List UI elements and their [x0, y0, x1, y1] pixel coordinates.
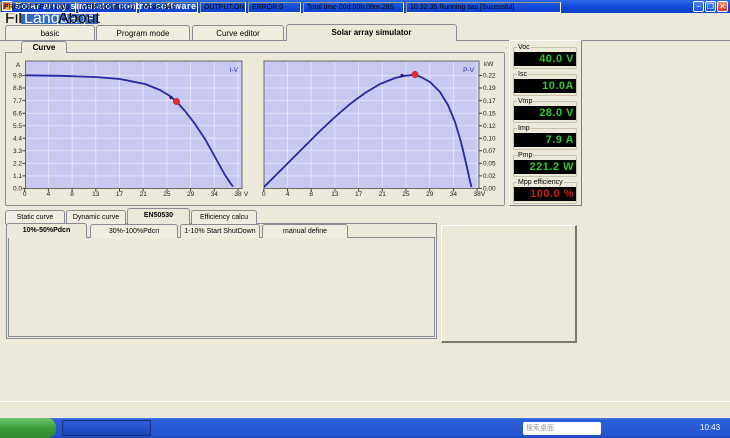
- svg-text:2.2: 2.2: [13, 161, 22, 168]
- svg-text:9.9: 9.9: [13, 73, 22, 80]
- svg-text:0.05: 0.05: [483, 161, 496, 168]
- svg-text:0.17: 0.17: [483, 98, 496, 105]
- svg-text:0: 0: [262, 191, 266, 198]
- svg-text:4: 4: [286, 191, 290, 198]
- svg-text:kW: kW: [484, 61, 494, 68]
- svg-text:25: 25: [163, 191, 171, 198]
- svg-text:38: 38: [234, 191, 242, 198]
- svg-text:0.10: 0.10: [483, 135, 496, 142]
- svg-text:I-V: I-V: [230, 67, 239, 74]
- svg-text:0.00: 0.00: [483, 186, 496, 193]
- svg-text:V: V: [244, 191, 249, 198]
- svg-text:21: 21: [140, 191, 148, 198]
- svg-text:17: 17: [355, 191, 363, 198]
- svg-text:0.0: 0.0: [13, 186, 22, 193]
- svg-text:0.12: 0.12: [483, 123, 496, 130]
- svg-text:0.02: 0.02: [483, 173, 496, 180]
- svg-text:8: 8: [70, 191, 74, 198]
- svg-text:8: 8: [309, 191, 313, 198]
- svg-text:0.07: 0.07: [483, 148, 496, 155]
- svg-text:21: 21: [379, 191, 387, 198]
- svg-text:17: 17: [116, 191, 124, 198]
- svg-text:34: 34: [211, 191, 219, 198]
- svg-text:34: 34: [450, 191, 458, 198]
- svg-text:25: 25: [402, 191, 410, 198]
- svg-text:5.5: 5.5: [13, 123, 22, 130]
- svg-text:P-V: P-V: [463, 67, 475, 74]
- svg-text:3.3: 3.3: [13, 148, 22, 155]
- svg-text:13: 13: [331, 191, 339, 198]
- svg-text:13: 13: [92, 191, 100, 198]
- svg-text:7.7: 7.7: [13, 98, 22, 105]
- svg-text:29: 29: [187, 191, 195, 198]
- svg-text:0.19: 0.19: [483, 85, 496, 92]
- svg-text:1.1: 1.1: [13, 173, 22, 180]
- svg-text:0.15: 0.15: [483, 110, 496, 117]
- svg-text:4: 4: [47, 191, 51, 198]
- svg-text:8.8: 8.8: [13, 85, 22, 92]
- svg-text:0.22: 0.22: [483, 73, 496, 80]
- svg-text:0: 0: [23, 191, 27, 198]
- svg-text:29: 29: [426, 191, 434, 198]
- svg-text:6.6: 6.6: [13, 110, 22, 117]
- svg-text:4.4: 4.4: [13, 135, 22, 142]
- svg-text:A: A: [16, 62, 21, 69]
